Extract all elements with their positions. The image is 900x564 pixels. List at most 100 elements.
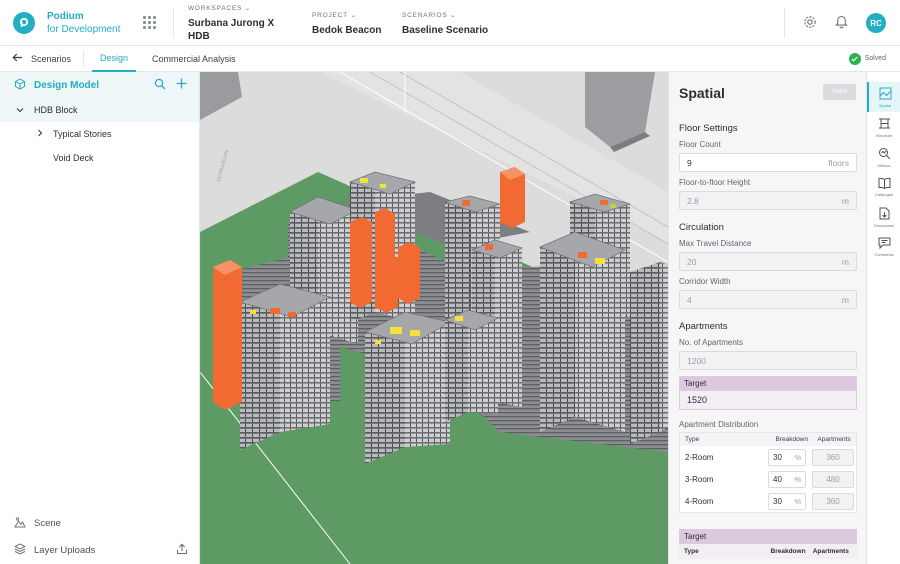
scene-item[interactable]: Scene bbox=[0, 510, 200, 537]
layer-uploads-label: Layer Uploads bbox=[34, 545, 96, 556]
app-grid-icon[interactable] bbox=[143, 15, 157, 30]
chevron-down-icon: ⌄ bbox=[450, 11, 457, 19]
corridor-width-label: Corridor Width bbox=[679, 277, 731, 286]
back-label: Scenarios bbox=[31, 53, 72, 64]
scenarios-selector[interactable]: SCENARIOS ⌄ Baseline Scenario bbox=[402, 9, 488, 37]
solved-status: Solved bbox=[848, 52, 886, 65]
percent-unit: % bbox=[794, 452, 801, 462]
breakdown-input[interactable]: 40% bbox=[768, 470, 806, 488]
circulation-heading: Circulation bbox=[679, 222, 724, 233]
project-label: PROJECT bbox=[312, 11, 348, 19]
project-selector[interactable]: PROJECT ⌄ Bedok Beacon bbox=[312, 9, 384, 37]
tree-item-label: HDB Block bbox=[34, 105, 78, 115]
rail-downloads[interactable]: Downloads bbox=[867, 202, 900, 232]
percent-unit: % bbox=[794, 496, 801, 506]
floor-count-input[interactable]: 9 floors bbox=[679, 153, 857, 172]
spatial-icon bbox=[879, 87, 892, 101]
apartments-heading: Apartments bbox=[679, 321, 728, 332]
num-apartments-input[interactable]: 1200 bbox=[679, 351, 857, 370]
num-apartments-label: No. of Apartments bbox=[679, 338, 744, 347]
tool-rail: Spatial Structure Metrics Catalogue Down… bbox=[866, 72, 900, 564]
row-type: 2-Room bbox=[685, 452, 714, 462]
floor-count-unit: floors bbox=[828, 157, 849, 168]
workspaces-label: WORKSPACES bbox=[188, 5, 243, 12]
apartment-distribution-label: Apartment Distribution bbox=[679, 420, 759, 429]
column-breakdown: Breakdown bbox=[775, 436, 808, 443]
search-icon[interactable] bbox=[154, 78, 166, 93]
max-travel-value: 20 bbox=[687, 256, 697, 267]
podium-logo-icon[interactable] bbox=[13, 11, 35, 34]
rail-label: Spatial bbox=[878, 102, 892, 108]
floor-count-value: 9 bbox=[687, 157, 692, 168]
brand-line1: Podium bbox=[47, 10, 84, 22]
max-travel-input[interactable]: 20 m bbox=[679, 252, 857, 271]
table-header: Type Breakdown Apartments bbox=[680, 433, 856, 446]
rail-comments[interactable]: Comments bbox=[867, 232, 900, 262]
target-value[interactable]: 1520 bbox=[679, 391, 857, 410]
tree-item-typical-stories[interactable]: Typical Stories bbox=[0, 122, 199, 146]
rail-metrics[interactable]: Metrics bbox=[867, 142, 900, 172]
ftf-height-label: Floor-to-floor Height bbox=[679, 178, 751, 187]
user-avatar[interactable]: RC bbox=[866, 13, 886, 33]
distribution-target: Target Type Breakdown Apartments bbox=[679, 529, 857, 559]
max-travel-unit: m bbox=[841, 256, 849, 267]
breakdown-value: 30 bbox=[773, 452, 782, 462]
notifications-bell-icon[interactable] bbox=[835, 15, 848, 32]
rail-spatial[interactable]: Spatial bbox=[867, 82, 900, 112]
tab-design[interactable]: Design bbox=[92, 46, 137, 72]
breakdown-input[interactable]: 30% bbox=[768, 448, 806, 466]
corridor-width-input[interactable]: 4 m bbox=[679, 290, 857, 309]
scenarios-label: SCENARIOS bbox=[402, 11, 448, 19]
layer-uploads-item[interactable]: Layer Uploads bbox=[0, 537, 200, 564]
tree-item-label: Typical Stories bbox=[53, 129, 112, 139]
catalogue-icon bbox=[878, 177, 891, 190]
add-icon[interactable] bbox=[176, 78, 187, 93]
back-to-scenarios[interactable]: Scenarios bbox=[12, 53, 71, 64]
sub-bar: Scenarios Design Commercial Analysis Sol… bbox=[0, 46, 900, 72]
ftf-height-input[interactable]: 2.8 m bbox=[679, 191, 857, 210]
chevron-down-icon: ⌄ bbox=[350, 11, 357, 19]
3d-viewport[interactable]: KEMBANGAN bbox=[200, 72, 668, 564]
table-row: 4-Room 30% 360 bbox=[680, 490, 856, 512]
apartments-count: 360 bbox=[812, 492, 854, 510]
scenarios-value: Baseline Scenario bbox=[402, 24, 489, 36]
table-row: 3-Room 40% 480 bbox=[680, 468, 856, 490]
tab-commercial-analysis[interactable]: Commercial Analysis bbox=[144, 46, 244, 72]
tree-item-label: Void Deck bbox=[53, 153, 94, 163]
breakdown-input[interactable]: 30% bbox=[768, 492, 806, 510]
workspaces-selector[interactable]: WORKSPACES ⌄ Surbana Jurong X HDB bbox=[188, 2, 298, 43]
row-type: 3-Room bbox=[685, 474, 714, 484]
check-circle-icon bbox=[848, 52, 861, 65]
upload-icon[interactable] bbox=[176, 543, 188, 558]
rail-structure[interactable]: Structure bbox=[867, 112, 900, 142]
rail-label: Downloads bbox=[874, 222, 894, 228]
column-type: Type bbox=[685, 436, 700, 443]
structure-icon bbox=[878, 117, 891, 131]
corridor-width-unit: m bbox=[841, 294, 849, 305]
tree-item-void-deck[interactable]: Void Deck bbox=[0, 146, 199, 170]
rail-label: Catalogue bbox=[874, 192, 894, 197]
scene-label: Scene bbox=[34, 518, 61, 529]
brand-name: Podium for Development bbox=[47, 10, 129, 36]
column-apartments: Apartments bbox=[812, 548, 849, 555]
column-breakdown: Breakdown bbox=[770, 548, 806, 555]
rail-catalogue[interactable]: Catalogue bbox=[867, 172, 900, 202]
rail-label: Metrics bbox=[877, 162, 891, 168]
metrics-icon bbox=[878, 147, 891, 161]
solve-button[interactable]: Solve bbox=[823, 84, 856, 100]
apartments-count: 360 bbox=[812, 448, 854, 466]
target-label: Target bbox=[679, 376, 857, 391]
divider bbox=[83, 50, 85, 67]
tree-item-hdb-block[interactable]: HDB Block bbox=[0, 98, 199, 122]
layers-icon bbox=[13, 543, 27, 558]
column-apartments: Apartments bbox=[817, 436, 851, 443]
comments-icon bbox=[878, 237, 891, 250]
breakdown-value: 40 bbox=[773, 474, 782, 484]
rail-label: Structure bbox=[875, 132, 893, 138]
divider bbox=[784, 8, 785, 38]
settings-gear-icon[interactable] bbox=[803, 15, 817, 32]
floor-settings-heading: Floor Settings bbox=[679, 123, 738, 134]
chevron-down-icon bbox=[16, 105, 24, 115]
design-model-title: Design Model bbox=[34, 79, 100, 91]
percent-unit: % bbox=[794, 474, 801, 484]
